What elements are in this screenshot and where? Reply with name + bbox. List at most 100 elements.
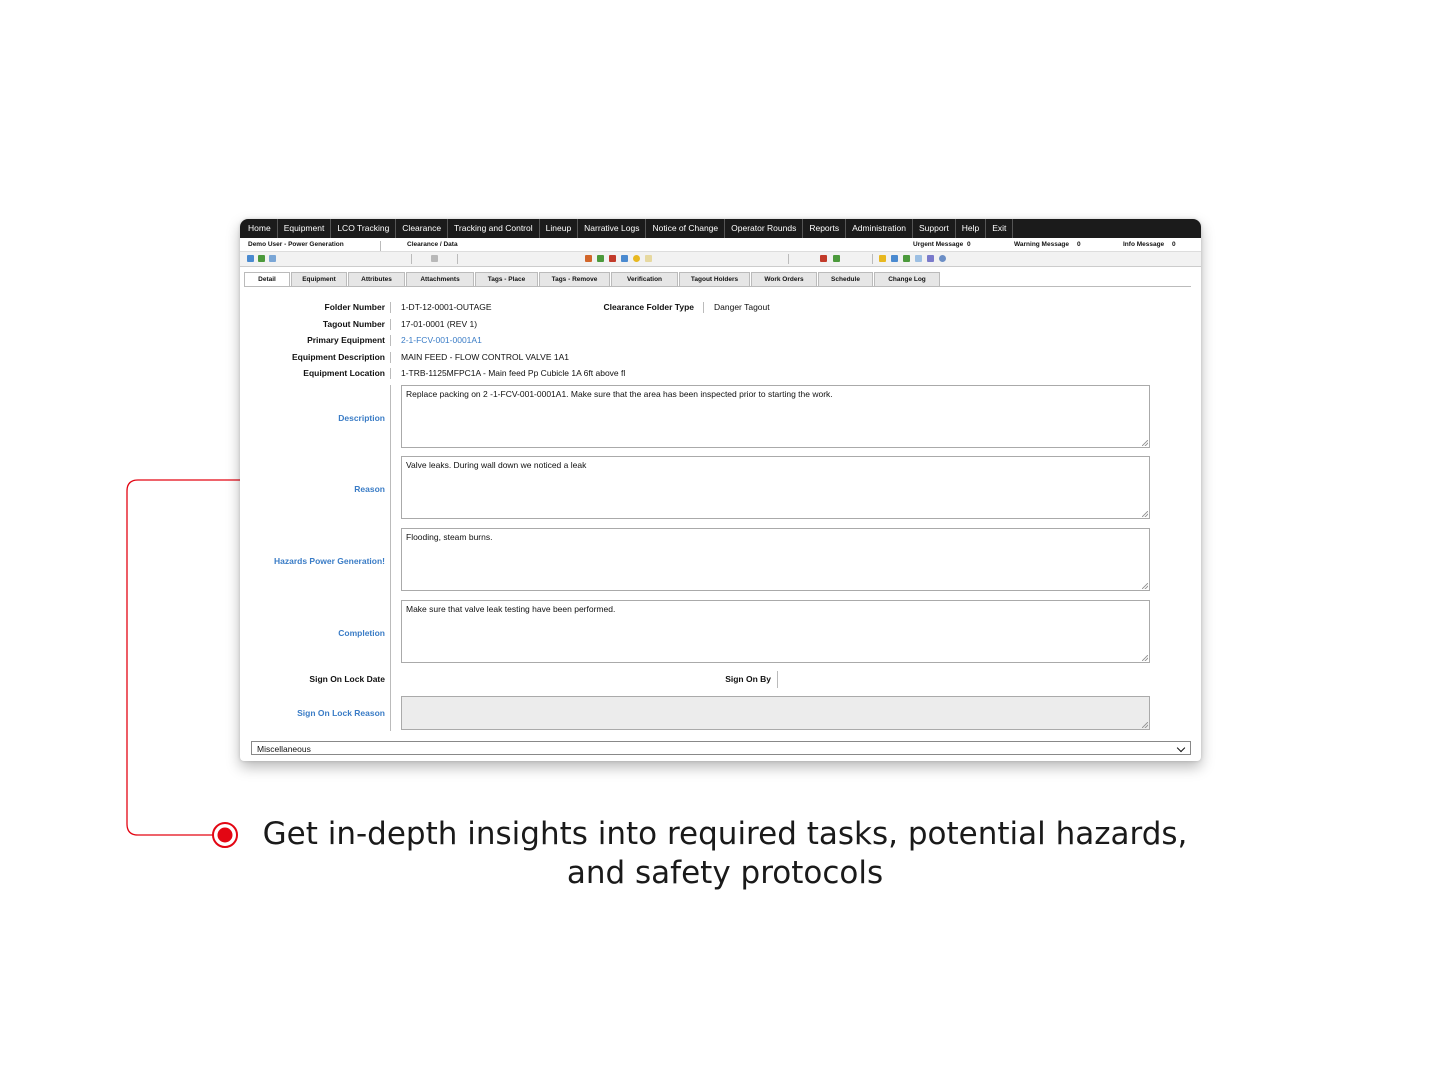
tab-strip: Detail Equipment Attributes Attachments … [244,272,941,287]
equipment-location-value: 1-TRB-1125MFPC1A - Main feed Pp Cubicle … [390,368,625,379]
resize-handle [1142,722,1148,728]
miscellaneous-dropdown[interactable]: Miscellaneous [251,741,1191,755]
hazards-label[interactable]: Hazards Power Generation! [240,556,385,566]
menu-lineup[interactable]: Lineup [540,219,579,238]
equipment-description-value: MAIN FEED - FLOW CONTROL VALVE 1A1 [390,352,569,363]
lock-icon[interactable] [820,255,827,262]
tag-verify-icon[interactable] [597,255,604,262]
menu-home[interactable]: Home [242,219,278,238]
folder-type-label: Clearance Folder Type [603,302,694,312]
menu-exit[interactable]: Exit [986,219,1014,238]
sign-on-by-label: Sign On By [725,674,771,684]
menu-operator-rounds[interactable]: Operator Rounds [725,219,804,238]
resize-handle[interactable] [1142,511,1148,517]
completion-textarea[interactable]: Make sure that valve leak testing have b… [401,600,1150,663]
tagout-number-value: 17-01-0001 (REV 1) [390,319,477,330]
info-message-count: 0 [1172,241,1176,248]
tab-attributes[interactable]: Attributes [348,272,405,286]
urgent-message-label[interactable]: Urgent Message [913,241,963,248]
tag-place-icon[interactable] [585,255,592,262]
tab-tags-place[interactable]: Tags - Place [475,272,538,286]
toolbar-divider [788,254,789,264]
reason-textarea[interactable]: Valve leaks. During wall down we noticed… [401,456,1150,519]
menu-equipment[interactable]: Equipment [278,219,332,238]
resize-handle[interactable] [1142,583,1148,589]
main-menu: Home Equipment LCO Tracking Clearance Tr… [240,219,1201,238]
tab-verification[interactable]: Verification [611,272,678,286]
app-window: Home Equipment LCO Tracking Clearance Tr… [240,219,1201,761]
reason-text: Valve leaks. During wall down we noticed… [406,460,587,470]
print-icon[interactable] [431,255,438,262]
reason-label[interactable]: Reason [240,484,385,494]
info-message-label[interactable]: Info Message [1123,241,1164,248]
menu-reports[interactable]: Reports [803,219,847,238]
description-textarea[interactable]: Replace packing on 2 -1-FCV-001-0001A1. … [401,385,1150,448]
document-icon[interactable] [915,255,922,262]
check-icon[interactable] [903,255,910,262]
completion-text: Make sure that valve leak testing have b… [406,604,616,614]
menu-tracking-and-control[interactable]: Tracking and Control [448,219,540,238]
tab-tags-remove[interactable]: Tags - Remove [539,272,610,286]
hazards-text: Flooding, steam burns. [406,532,493,542]
menu-help[interactable]: Help [956,219,987,238]
toolbar-divider [411,254,412,264]
callout-marker-ring [212,822,238,848]
user-icon[interactable] [833,255,840,262]
caption-line-2: and safety protocols [566,855,884,891]
save-icon[interactable] [247,255,254,262]
description-label[interactable]: Description [240,413,385,423]
current-user: Demo User - Power Generation [248,241,344,248]
undo-icon[interactable] [258,255,265,262]
equipment-location-label: Equipment Location [303,368,385,378]
info-bar: Demo User - Power Generation Clearance /… [240,238,1201,252]
toolbar-divider [457,254,458,264]
folder-type-value: Danger Tagout [703,302,770,313]
chevron-down-icon [1176,743,1186,753]
menu-administration[interactable]: Administration [846,219,913,238]
globe-icon[interactable] [939,255,946,262]
dropdown-selected-value: Miscellaneous [257,744,311,754]
sign-on-lock-reason-label[interactable]: Sign On Lock Reason [240,708,385,718]
equipment-description-label: Equipment Description [291,352,385,362]
urgent-message-count: 0 [967,241,971,248]
tagout-number-label: Tagout Number [322,319,385,329]
toolbar-divider [872,254,873,264]
menu-narrative-logs[interactable]: Narrative Logs [578,219,647,238]
hazards-textarea[interactable]: Flooding, steam burns. [401,528,1150,591]
menu-lco-tracking[interactable]: LCO Tracking [331,219,397,238]
description-text: Replace packing on 2 -1-FCV-001-0001A1. … [406,389,833,399]
tab-attachments[interactable]: Attachments [406,272,474,286]
tab-work-orders[interactable]: Work Orders [751,272,817,286]
resize-handle[interactable] [1142,440,1148,446]
breadcrumb: Clearance / Data [380,241,458,251]
tab-equipment[interactable]: Equipment [291,272,347,286]
tab-schedule[interactable]: Schedule [818,272,873,286]
resize-handle[interactable] [1142,655,1148,661]
calendar-icon[interactable] [891,255,898,262]
copy-icon[interactable] [269,255,276,262]
menu-notice-of-change[interactable]: Notice of Change [646,219,726,238]
primary-equipment-link[interactable]: 2-1-FCV-001-0001A1 [390,335,482,346]
note-icon[interactable] [645,255,652,262]
folder-number-value: 1-DT-12-0001-OUTAGE [390,302,492,313]
toolbar [240,252,1201,267]
warning-message-label[interactable]: Warning Message [1014,241,1069,248]
field-divider [390,385,391,731]
callout-marker-dot [217,827,233,843]
key-icon[interactable] [879,255,886,262]
tab-change-log[interactable]: Change Log [874,272,940,286]
tab-underline [244,286,1191,287]
edit-icon[interactable] [927,255,934,262]
completion-label[interactable]: Completion [240,628,385,638]
tab-tagout-holders[interactable]: Tagout Holders [679,272,750,286]
menu-clearance[interactable]: Clearance [396,219,449,238]
menu-support[interactable]: Support [913,219,956,238]
caption-line-1: Get in-depth insights into required task… [262,816,1188,852]
tab-detail[interactable]: Detail [244,272,290,287]
status-icon[interactable] [633,255,640,262]
sign-on-lock-reason-field [401,696,1150,730]
field-divider [777,671,778,688]
tag-remove-icon[interactable] [609,255,616,262]
refresh-icon[interactable] [621,255,628,262]
feature-caption: Get in-depth insights into required task… [250,815,1200,893]
